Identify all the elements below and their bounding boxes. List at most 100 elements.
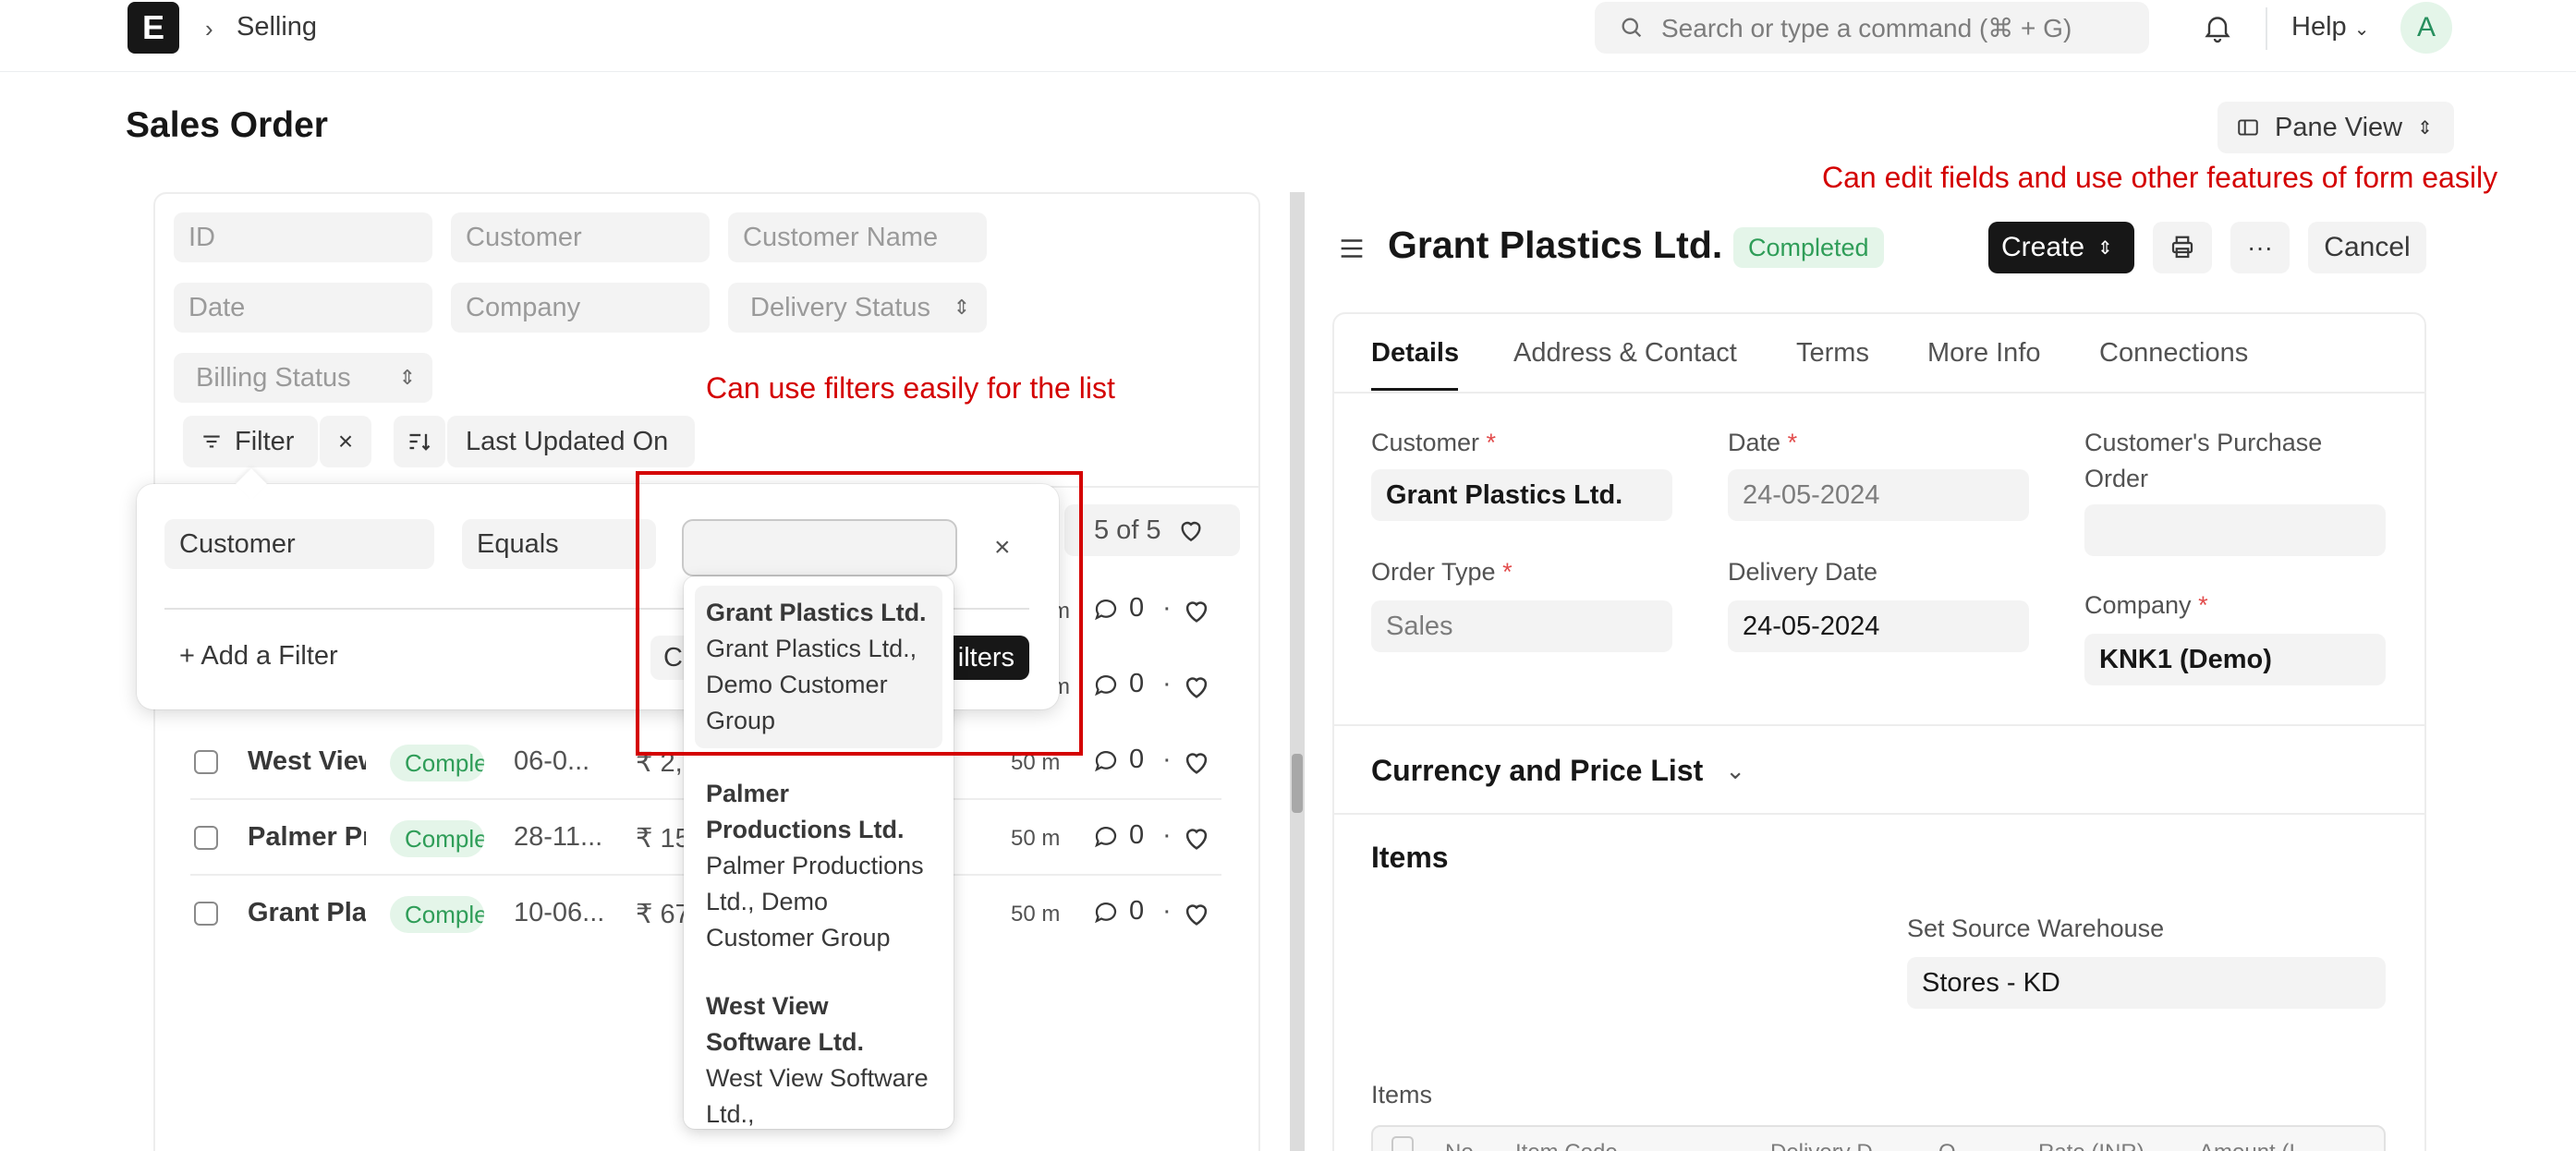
filter-customer-field[interactable]: Customer [451,212,710,262]
pane-view-button[interactable]: Pane View ⇕ [2218,102,2454,153]
help-menu[interactable]: Help ⌄ [2291,12,2369,42]
date-label-text: Date [1728,429,1781,456]
clear-filter-button[interactable]: × [320,416,371,467]
select-all-checkbox[interactable] [1391,1136,1414,1151]
notification-bell-icon[interactable] [2201,11,2234,49]
heart-icon[interactable] [1181,898,1212,934]
suggestion-title: West View Software Ltd. [706,992,865,1056]
sort-by-button[interactable]: Last Updated On [447,416,695,467]
filter-billing-status-select[interactable]: Billing Status ⇕ [174,353,432,403]
app-logo[interactable]: E [128,2,179,54]
document-title: Grant Plastics Ltd. [1388,224,1723,266]
billing-status-label: Billing Status [196,362,351,393]
customer-po-label: Customer's Purchase Order [2084,429,2323,492]
column-item-code: Item Code [1515,1140,1618,1151]
delivery-status-label: Delivery Status [750,292,931,322]
tab-address-contact[interactable]: Address & Contact [1513,338,1737,369]
order-type-field[interactable]: Sales [1371,600,1672,652]
tab-more-info[interactable]: More Info [1927,338,2041,369]
filter-button[interactable]: Filter [183,416,318,467]
select-arrows-icon: ⇕ [2097,237,2113,259]
customer-po-field[interactable] [2084,504,2386,556]
filter-delivery-status-select[interactable]: Delivery Status ⇕ [728,283,987,333]
filter-customer-name-field[interactable]: Customer Name [728,212,987,262]
section-divider [1334,724,2424,726]
row-checkbox[interactable] [194,750,218,774]
comment-count-value: 0 [1129,820,1145,850]
items-table-label: Items [1371,1081,1433,1109]
heart-icon[interactable] [1181,595,1212,631]
customer-label: Customer * [1371,429,1496,457]
filter-id-field[interactable]: ID [174,212,432,262]
search-icon [1622,18,1642,38]
heart-icon[interactable] [1181,822,1212,858]
items-section-title: Items [1371,841,1449,874]
status-badge: Completed [390,745,484,781]
pane-splitter[interactable] [1290,192,1305,1151]
company-label: Company * [2084,591,2208,620]
tab-connections[interactable]: Connections [2099,338,2248,369]
comment-count[interactable]: 0 [1092,896,1144,927]
date-field[interactable]: 24-05-2024 [1728,469,2029,521]
comment-count-value: 0 [1129,669,1145,698]
modified-ago: 50 m [1011,902,1061,927]
row-date: 28-11... [514,822,603,852]
print-button[interactable] [2153,222,2212,273]
breadcrumb-selling[interactable]: Selling [237,12,317,42]
column-rate: Rate (INR) [2038,1140,2145,1151]
add-filter-link[interactable]: + Add a Filter [179,641,338,672]
chevron-down-icon: ⌄ [1725,757,1746,784]
comment-count-value: 0 [1129,593,1145,623]
select-arrows-icon: ⇕ [953,296,970,319]
search-placeholder: Search or type a command (⌘ + G) [1661,13,2072,42]
column-delivery-date: Delivery D... [1770,1140,1891,1151]
create-button-label: Create [2001,232,2085,262]
comment-count-value: 0 [1129,896,1145,926]
sort-order-button[interactable] [394,416,445,467]
filter-condition-select[interactable]: Equals [462,519,656,569]
row-customer-name[interactable]: West View Software Ltd. [248,746,366,777]
heart-icon[interactable] [1181,671,1212,707]
filter-field-select[interactable]: Customer [164,519,434,569]
tab-details[interactable]: Details [1371,338,1459,369]
company-field[interactable]: KNK1 (Demo) [2084,634,2386,685]
user-avatar[interactable]: A [2400,2,2452,54]
suggestion-title: Palmer Productions Ltd. [706,780,905,843]
suggestion-item[interactable]: West View Software Ltd. West View Softwa… [695,979,942,1129]
currency-section-header[interactable]: Currency and Price List ⌄ [1371,754,1745,788]
tab-terms[interactable]: Terms [1796,338,1869,369]
delivery-date-field[interactable]: 24-05-2024 [1728,600,2029,652]
more-actions-button[interactable]: ··· [2230,222,2290,273]
list-count-box[interactable]: 5 of 5 [1064,504,1240,556]
comment-count[interactable]: 0 [1092,745,1144,775]
filter-icon [203,435,220,448]
cancel-button[interactable]: Cancel [2308,222,2426,273]
search-bar[interactable]: Search or type a command (⌘ + G) [1595,2,2149,54]
filter-date-field[interactable]: Date [174,283,432,333]
suggestion-item[interactable]: Palmer Productions Ltd. Palmer Productio… [695,767,942,965]
customer-field[interactable]: Grant Plastics Ltd. [1371,469,1672,521]
close-icon: × [337,427,354,455]
source-warehouse-field[interactable]: Stores - KD [1907,957,2386,1009]
create-button[interactable]: Create ⇕ [1988,222,2134,273]
column-qty: Q... [1938,1140,1975,1151]
filter-company-field[interactable]: Company [451,283,710,333]
row-customer-name[interactable]: Palmer Productions Ltd. [248,822,366,853]
comment-count[interactable]: 0 [1092,593,1144,624]
modified-ago: 50 m [1011,826,1061,851]
comment-icon [1095,826,1117,847]
help-label: Help [2291,12,2347,42]
filter-annotation: Can use filters easily for the list [706,371,1115,405]
comment-count[interactable]: 0 [1092,820,1144,851]
heart-icon[interactable] [1181,746,1212,782]
comment-count[interactable]: 0 [1092,669,1144,699]
row-customer-name[interactable]: Grant Plastics Ltd. [248,898,366,928]
comment-icon [1095,674,1117,696]
chevron-down-icon: ⌄ [2353,19,2370,40]
splitter-grip[interactable] [1292,754,1303,813]
menu-icon[interactable] [1336,233,1367,269]
row-checkbox[interactable] [194,826,218,850]
separator-dot: · [1162,593,1172,623]
row-checkbox[interactable] [194,902,218,926]
items-table-header: No. Item Code Delivery D... Q... Rate (I… [1371,1125,2386,1151]
